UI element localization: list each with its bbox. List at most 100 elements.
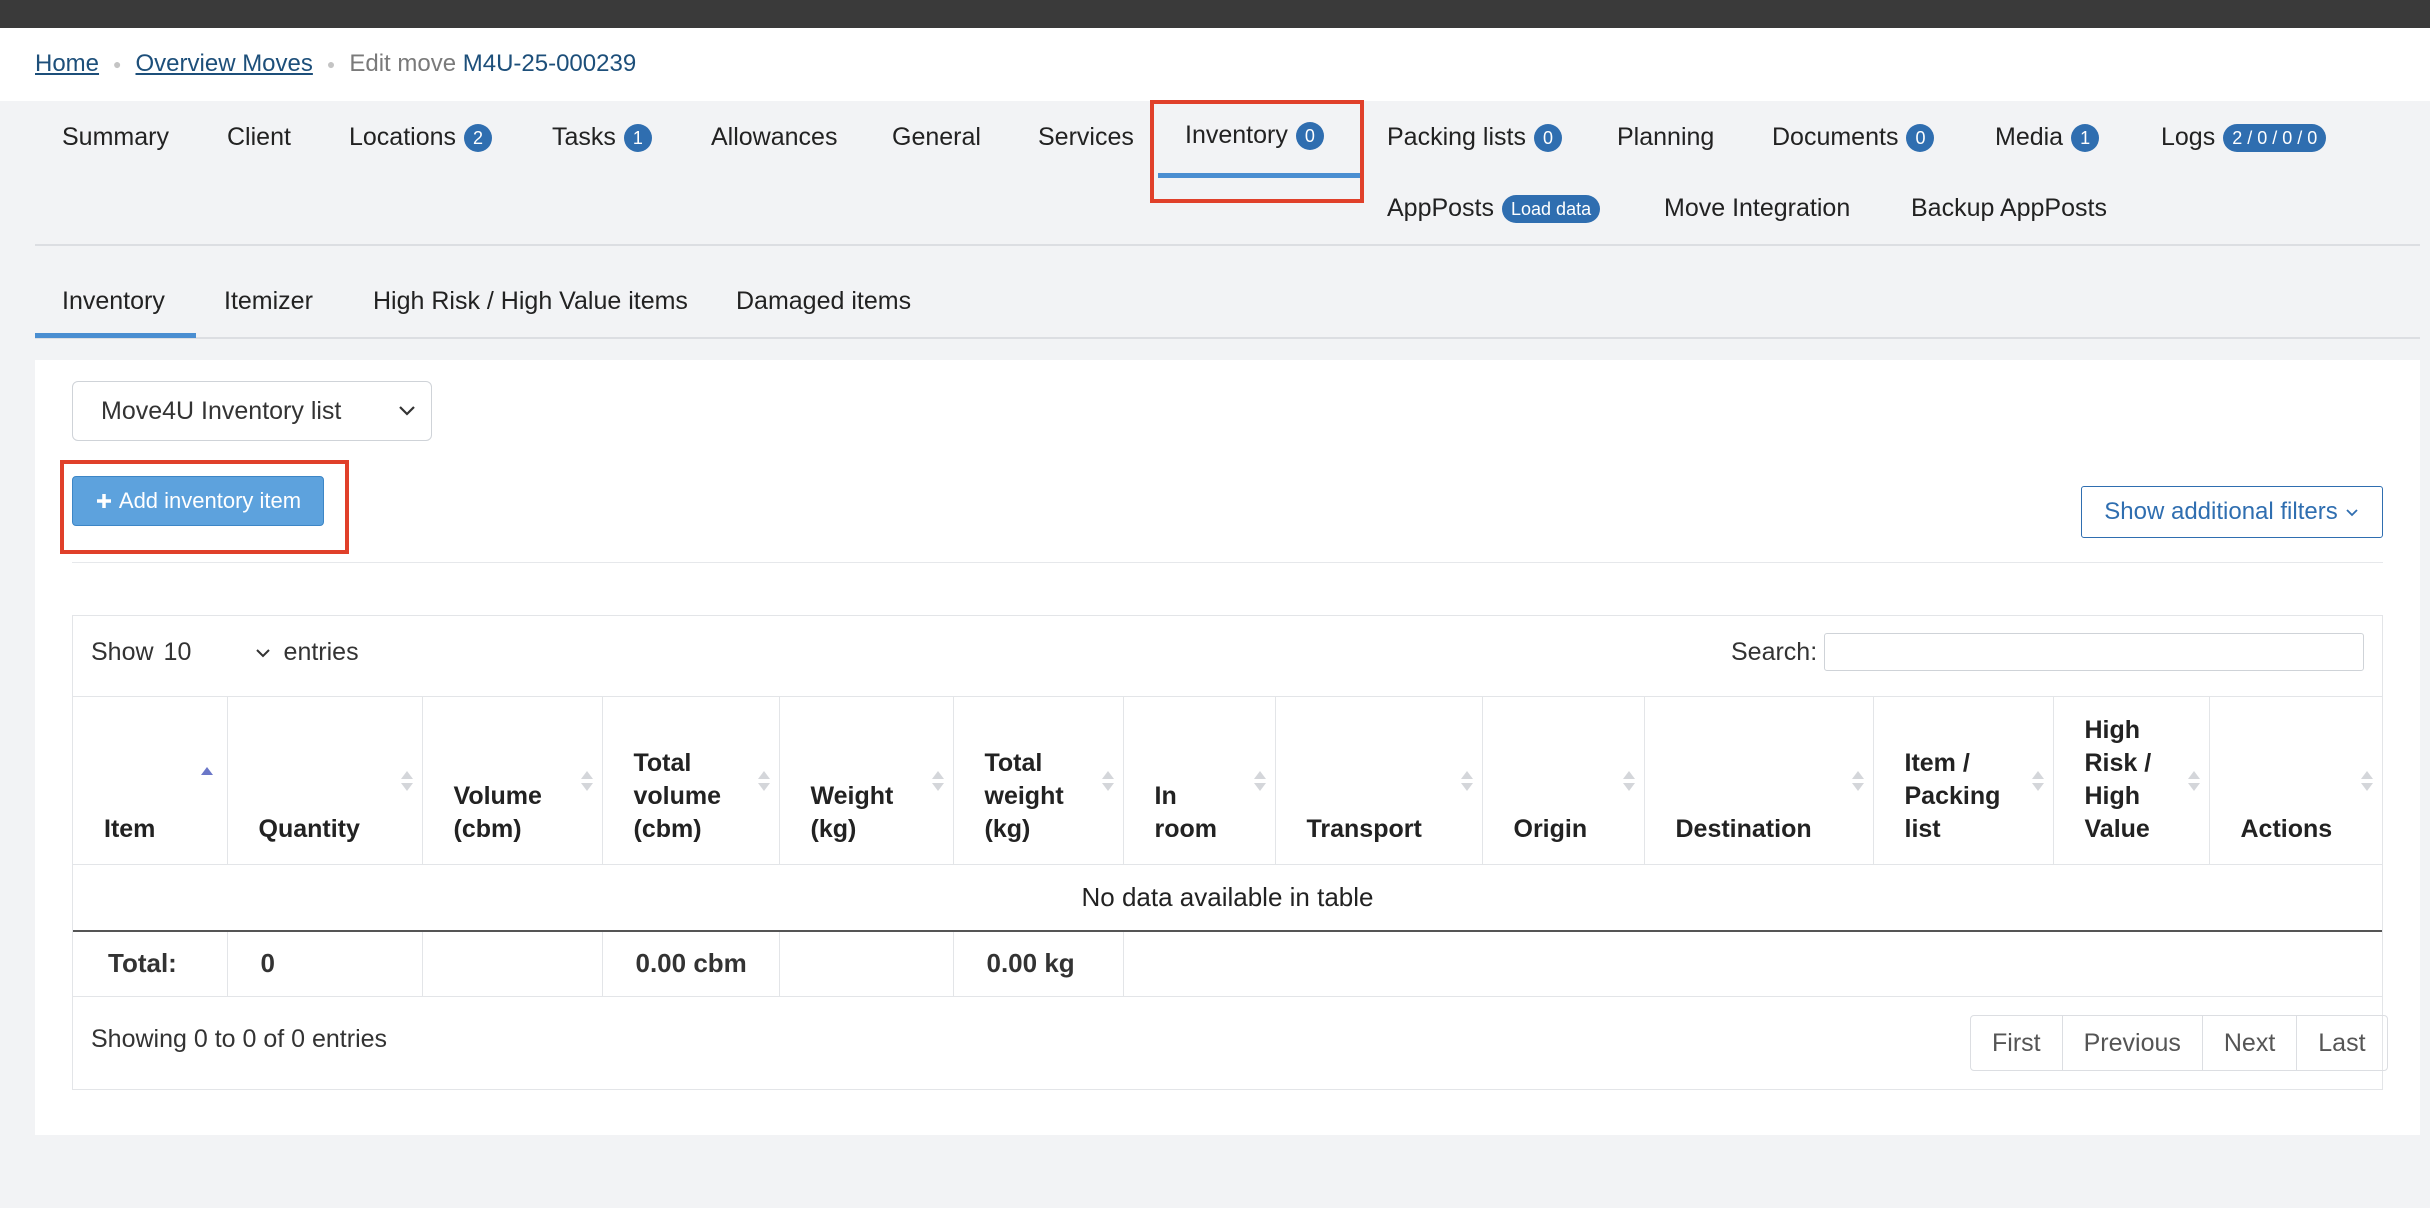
inventory-list-select-value: Move4U Inventory list [101,396,342,425]
chevron-down-icon [399,406,415,416]
tab-media[interactable]: Media 1 [1995,123,2100,152]
total-cell-empty [1122,930,2382,997]
sort-icon [580,771,593,791]
column-header-item[interactable]: Item [73,697,227,865]
pagination-previous-button[interactable]: Previous [2061,1016,2202,1070]
tab-appposts[interactable]: AppPosts Load data [1387,194,1601,223]
table-info: Showing 0 to 0 of 0 entries [91,1025,388,1053]
page-length-select[interactable]: 10 [154,638,284,667]
subtab-itemizer[interactable]: Itemizer [224,287,313,316]
column-header-label: Quantity [258,815,360,843]
pagination-first-button[interactable]: First [1971,1016,2062,1070]
sort-icon [931,771,944,791]
subtab-damaged-items[interactable]: Damaged items [736,287,911,316]
empty-message: No data available in table [73,864,2382,932]
add-inventory-item-button[interactable]: Add inventory item [72,476,324,526]
column-header-label: Actions [2240,815,2333,843]
search-label: Search: [1731,638,1818,666]
column-header-origin[interactable]: Origin [1481,696,1644,865]
sort-icon [1851,771,1864,791]
subtab-inventory[interactable]: Inventory [62,287,165,316]
load-data-badge[interactable]: Load data [1502,194,1601,223]
breadcrumb: Home ● Overview Moves ● Edit move M4U-25… [35,50,636,78]
tab-count-badge: 1 [2071,123,2100,152]
column-header-high-risk[interactable]: High Risk / High Value [2052,696,2209,865]
column-header-in-room[interactable]: In room [1122,696,1275,865]
breadcrumb-separator: ● [326,56,336,72]
chevron-down-icon [255,648,270,657]
tab-client[interactable]: Client [227,123,291,152]
empty-row: No data available in table [73,864,2382,932]
column-header-label: Volume (cbm) [453,782,542,843]
entries-label: entries [283,638,359,666]
pagination-last-button[interactable]: Last [2296,1016,2386,1070]
column-header-total-weight[interactable]: Total weight (kg) [952,696,1123,865]
tab-label: Media [1995,123,2064,151]
tab-backup-appposts[interactable]: Backup AppPosts [1911,194,2107,223]
column-header-volume[interactable]: Volume (cbm) [421,696,602,865]
column-header-label: In room [1154,782,1218,843]
sort-icon [2031,771,2044,791]
tab-label: Move Integration [1664,194,1851,222]
tab-summary[interactable]: Summary [62,123,169,152]
column-header-label: Origin [1513,815,1588,843]
tab-general[interactable]: General [892,123,981,152]
tab-planning[interactable]: Planning [1617,123,1714,152]
search-input[interactable] [1824,633,2364,671]
tabs-divider [35,244,2420,246]
pagination: First Previous Next Last [1970,1015,2388,1071]
column-header-label: Item [104,815,156,843]
tab-label: Backup AppPosts [1911,194,2107,222]
sort-icon [757,771,770,791]
tab-count-badge: 2 [464,123,493,152]
show-additional-filters-button[interactable]: Show additional filters [2081,486,2383,538]
section-divider [72,562,2383,563]
breadcrumb-current-label: Edit move [349,50,457,77]
tab-label: Logs [2161,123,2216,151]
tab-label: Summary [62,123,169,151]
total-weight: 0.00 kg [952,930,1123,997]
page-length-value: 10 [163,638,192,666]
totals-row: Total: 0 0.00 cbm 0.00 kg [73,930,2382,997]
show-additional-filters-label: Show additional filters [2104,498,2338,525]
column-header-quantity[interactable]: Quantity [226,696,422,865]
tab-tasks[interactable]: Tasks 1 [552,123,652,152]
column-header-total-volume[interactable]: Total volume (cbm) [601,696,779,865]
tab-move-integration[interactable]: Move Integration [1664,194,1850,223]
tab-locations[interactable]: Locations 2 [349,123,493,152]
tab-documents[interactable]: Documents 0 [1772,123,1935,152]
pagination-next-button[interactable]: Next [2201,1016,2296,1070]
breadcrumb-overview-link[interactable]: Overview Moves [136,50,313,78]
column-header-weight[interactable]: Weight (kg) [778,696,953,865]
total-label: Total: [73,930,227,997]
total-cell-empty [421,930,602,997]
tab-packing-lists[interactable]: Packing lists 0 [1387,123,1562,152]
sort-icon [2361,771,2373,791]
sort-icon [1253,771,1266,791]
total-quantity: 0 [226,930,422,997]
column-header-destination[interactable]: Destination [1643,696,1873,865]
tab-logs[interactable]: Logs 2 / 0 / 0 / 0 [2161,123,2327,152]
inventory-list-select[interactable]: Move4U Inventory list [72,381,432,441]
subtab-high-risk[interactable]: High Risk / High Value items [373,287,688,316]
column-header-actions[interactable]: Actions [2208,696,2382,865]
sort-icon [1622,771,1635,791]
column-header-label: Weight (kg) [810,782,894,843]
column-header-label: Transport [1306,815,1422,843]
tab-allowances[interactable]: Allowances [711,123,837,152]
tab-count-badge: 0 [1906,123,1935,152]
chevron-down-icon [2346,509,2358,517]
inventory-table: Item Quantity Volume (cbm) Total volume … [73,696,2382,997]
page-length-control: Show 10 entries [91,638,359,667]
add-inventory-item-label: Add inventory item [118,488,302,513]
breadcrumb-separator: ● [113,56,122,72]
tab-logs-badge: 2 / 0 / 0 / 0 [2223,123,2327,152]
breadcrumb-home-link[interactable]: Home [35,50,99,78]
tab-count-badge: 1 [623,123,652,152]
total-cell-empty [778,930,953,997]
tab-services[interactable]: Services [1038,123,1134,152]
column-header-transport[interactable]: Transport [1274,696,1482,865]
tab-label: Locations [349,123,457,151]
subtabs-divider [35,337,2420,339]
column-header-item-packing-list[interactable]: Item / Packing list [1872,696,2053,865]
